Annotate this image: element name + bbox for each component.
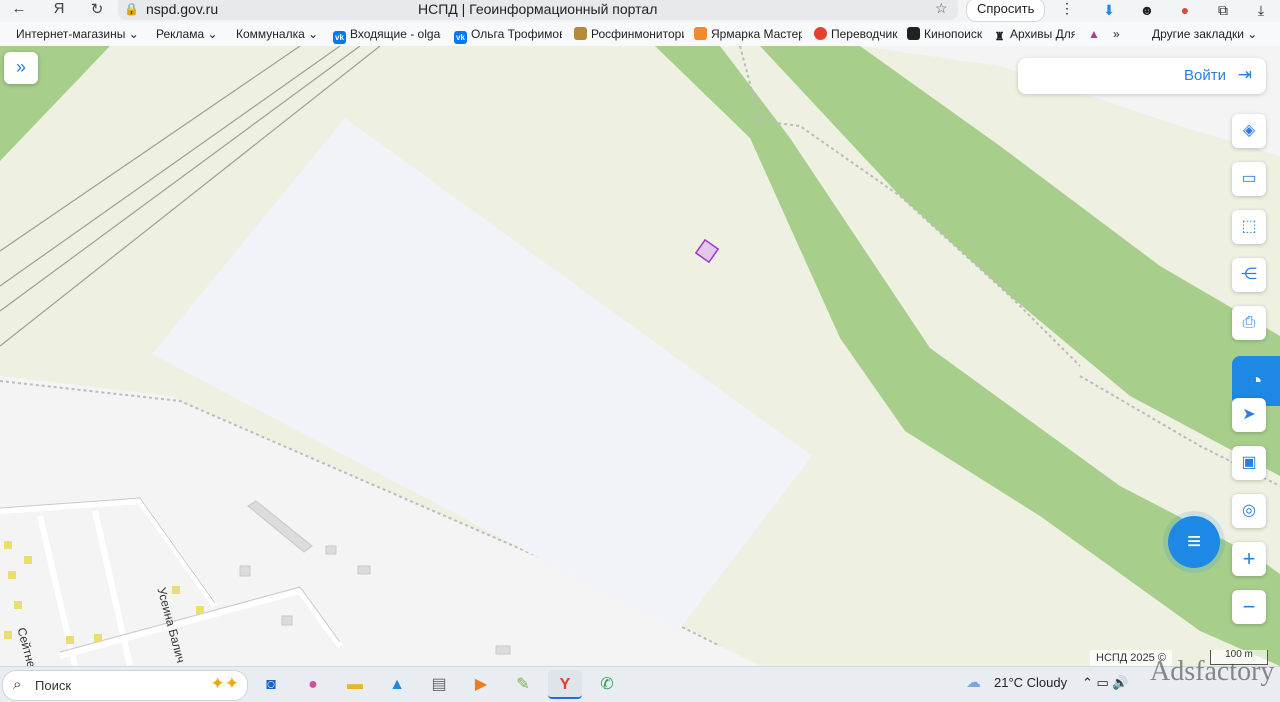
system-tray[interactable]: ⌃ ▭ 🔊 [1082,675,1129,691]
zoom-out-button[interactable]: − [1232,590,1266,624]
zoom-out-icon: − [1242,594,1256,619]
bookmark-translator[interactable]: Переводчик [814,27,898,41]
kinopoisk-icon [907,27,920,40]
ruler-icon: ▭ [1241,170,1257,187]
address-url[interactable]: nspd.gov.ru [146,1,218,17]
login-label: Войти [1184,67,1226,84]
taskbar-search[interactable]: ⌕ Поиск ✦✦ [2,670,248,701]
weather-label: 21°C Cloudy [994,675,1068,690]
chat-button[interactable]: ≡ [1168,516,1220,568]
login-icon: ⇥ [1237,65,1252,84]
select-area-icon: ⬚ [1241,218,1257,235]
lock-icon: 🔒 [124,2,139,16]
geo-search-button[interactable]: ◎ [1232,494,1266,528]
print-icon: ⎙ [1242,314,1256,331]
select-area-button[interactable]: ⬚ [1232,210,1266,244]
layers-button[interactable]: ◈ [1232,114,1266,148]
ruler-button[interactable]: ▭ [1232,162,1266,196]
browser-titlebar: ← Я ↻ 🔒 nspd.gov.ru НСПД | Геоинформацио… [0,0,1280,22]
outlook-icon[interactable]: ◙ [254,670,288,699]
bookmark-archives[interactable]: ♜ Архивы Для [993,27,1075,44]
reload-icon[interactable]: ↻ [84,0,110,18]
watermark-logo: Adsfactory [1150,656,1275,687]
login-box[interactable]: Войти ⇥ [1018,58,1266,94]
bookmarks-more[interactable]: » [1113,27,1120,41]
bookmark-folder-internet[interactable]: Интернет-магазины ⌄ [16,27,139,41]
browser-extensions: ⬇ ☻ ● ⧉ ⤓ [1090,0,1280,22]
file-explorer-icon[interactable]: ▬ [338,670,372,699]
cloud-icon: ☁ [966,674,981,691]
share-icon: ⋲ [1241,266,1257,283]
bookmark-folder-utilities[interactable]: Коммуналка ⌄ [236,27,318,41]
picture-in-picture-button[interactable]: ▣ [1232,446,1266,480]
yandex-browser-icon[interactable]: Y [548,670,582,699]
clips-icon[interactable]: ⧉ [1204,0,1242,22]
search-icon: ⌕ [13,676,22,693]
zoom-in-icon: + [1242,546,1256,571]
ask-button[interactable]: Спросить [966,0,1046,22]
back-icon[interactable]: ← [6,0,32,17]
bookmark-icon[interactable]: ☆ [935,0,948,17]
location-arrow-icon: ➤ [1242,406,1256,423]
pin-icon[interactable]: ▲ [1088,27,1100,41]
vk-icon: vk [454,31,467,44]
paint-icon[interactable]: ✎ [506,670,540,699]
extension-icon[interactable]: ● [1166,0,1204,22]
avatar-icon[interactable]: ☻ [1128,0,1166,22]
bookmark-kinopoisk[interactable]: Кинопоиск [907,27,982,41]
archive-icon: ♜ [994,31,1005,43]
location-button[interactable]: ➤ [1232,398,1266,432]
bookmarks-bar: Интернет-магазины ⌄ Реклама ⌄ Коммуналка… [0,22,1280,47]
downloads-arrow-icon[interactable]: ⤓ [1242,0,1280,22]
nspd-logo-icon: ◔ [1249,368,1263,393]
bookmark-vk-profile[interactable]: vk Ольга Трофимова [454,27,562,44]
yandex-home-icon[interactable]: Я [46,0,72,17]
search-label: Поиск [35,678,72,693]
chat-icon: ≡ [1186,528,1201,555]
print-button[interactable]: ⎙ [1232,306,1266,340]
bookmark-other[interactable]: Другие закладки ⌄ [1152,27,1257,41]
media-player-icon[interactable]: ▶ [464,670,498,699]
bookmark-folder-ads[interactable]: Реклама ⌄ [156,27,218,41]
bookmark-yarmarka[interactable]: Ярмарка Мастеров [694,27,802,41]
whatsapp-icon[interactable]: ✆ [590,670,624,699]
vk-icon: vk [333,31,346,44]
photos-icon[interactable]: ▲ [380,670,414,699]
zoom-in-button[interactable]: + [1232,542,1266,576]
download-icon[interactable]: ⬇ [1090,0,1128,22]
translate-icon [814,27,827,40]
scanner-icon[interactable]: ▤ [422,670,456,699]
share-button[interactable]: ⋲ [1232,258,1266,292]
picture-in-picture-icon: ▣ [1241,454,1257,471]
bookmark-vk-inbox[interactable]: vk Входящие - olga-r [333,27,441,44]
geo-search-icon: ◎ [1242,502,1256,519]
menu-icon[interactable]: ⋮ [1060,0,1074,17]
yarmarka-icon [694,27,707,40]
map-layer [0,46,1280,666]
layers-icon: ◈ [1242,122,1256,139]
map-canvas[interactable]: Сейтнеби Абду Усеина Балич » Войти ⇥ ◈ ▭… [0,46,1280,666]
double-chevron-right-icon: » [15,57,26,77]
page-title: НСПД | Геоинформационный портал [418,1,658,17]
taskbar: ⌕ Поиск ✦✦ ◙ ● ▬ ▲ ▤ ▶ ✎ Y ✆ ☁ 21°C Clou… [0,666,1280,702]
copilot-sparkle-icon: ✦✦ [210,674,240,693]
emblem-icon [574,27,587,40]
expand-panel-button[interactable]: » [4,52,38,84]
bookmark-rosfinmonitoring[interactable]: Росфинмониторинг [574,27,684,41]
taskbar-apps: ◙ ● ▬ ▲ ▤ ▶ ✎ Y ✆ [254,670,632,699]
ask-label: Спросить [977,1,1035,16]
water-drop-icon[interactable]: ● [296,670,330,699]
